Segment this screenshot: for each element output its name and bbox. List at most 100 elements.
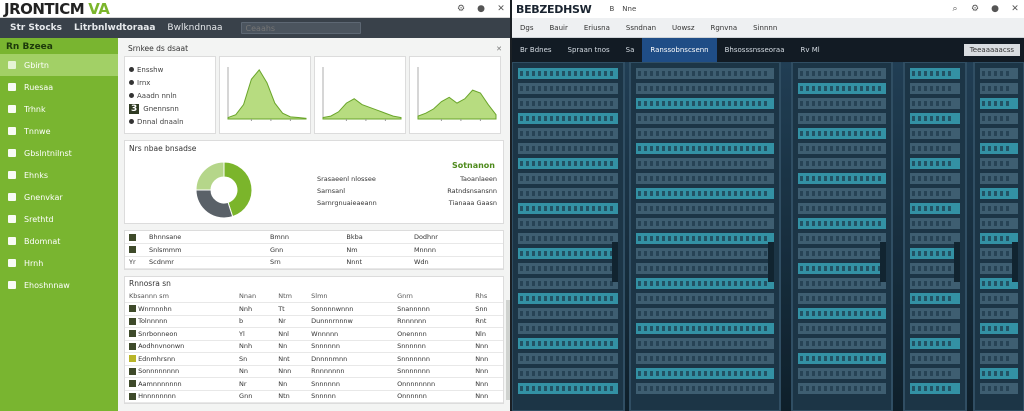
sidebar-item-6[interactable]: Gnenvkar (0, 186, 118, 208)
nav-item-4[interactable]: Bhsosssnsseoraa (717, 38, 793, 62)
legend-row: Srasaeenl nlossee Taoanlaeen (317, 175, 497, 183)
tab-5[interactable]: Rgnvna (703, 24, 746, 32)
legend-row: Sarnrgnuaieaeann Tianaaa Gaasn (317, 199, 497, 207)
close-icon[interactable]: ✕ (1010, 4, 1020, 14)
tab-1[interactable]: Bauir (541, 24, 575, 32)
sidebar-item-7[interactable]: Srethtd (0, 208, 118, 230)
sparkline-chart-2 (322, 67, 402, 121)
status-dot-icon (129, 93, 134, 98)
info-row: Ensshw (129, 63, 211, 76)
legend-header: Sotnanon (451, 161, 495, 170)
left-titlebar: JRONTICM VA ⚙ ● ✕ (0, 0, 510, 18)
sidebar-icon (8, 171, 16, 179)
table-row[interactable]: Tolnnnnn b Nr Dunnnrnnnw Rnnnnnn Rnt (125, 315, 503, 328)
status-dot-icon (129, 119, 134, 124)
sidebar-item-4[interactable]: Gbslntnilnst (0, 142, 118, 164)
row-icon (129, 330, 136, 338)
sparkline-card-3[interactable] (409, 56, 501, 134)
table-row[interactable]: Snlsmmm Gnn Nm Mnnnn (125, 243, 503, 257)
table-row[interactable]: Ednmhrsnn Sn Nnt Dnnnnmnn Snnnnnnn Nnn (125, 352, 503, 366)
sparkline-chart-3 (417, 67, 497, 121)
row-icon (129, 342, 136, 350)
nav-right-button[interactable]: Teeaaaaacss (963, 44, 1020, 56)
search-icon[interactable]: ⌕ (950, 4, 960, 14)
screen: JRONTICM VA ⚙ ● ✕ Str Stocks Litrbnlwdtor… (0, 0, 1024, 411)
sidebar-item-8[interactable]: Bdomnat (0, 230, 118, 252)
search-input[interactable] (240, 22, 361, 34)
rack-tint-overlay (512, 62, 1024, 411)
sidebar-item-0[interactable]: Gbirtn (0, 54, 118, 76)
user-icon[interactable]: ● (476, 4, 486, 14)
app-logo[interactable]: JRONTICM VA (4, 0, 110, 18)
resource-table: Rnnosra sn Kbsannn sm Nnan Ntm Slmn Gnrn… (124, 276, 504, 404)
scrollbar[interactable] (506, 300, 510, 400)
close-icon[interactable]: ✕ (496, 4, 506, 14)
summary-cards: Ensshw Irnx Aaadn nnln 3 Gnennsnn Dnnal d… (124, 56, 504, 134)
sidebar-icon (8, 215, 16, 223)
row-icon (129, 305, 136, 313)
tab-4[interactable]: Uowsz (664, 24, 702, 32)
tab-3[interactable]: Ssndnan (618, 24, 664, 32)
sidebar-icon (8, 193, 16, 201)
close-icon[interactable]: ✕ (496, 45, 504, 53)
status-dot-icon (129, 80, 134, 85)
nav-item-1[interactable]: Spraan tnos (560, 38, 618, 62)
sidebar-icon (8, 237, 16, 245)
sparkline-card-1[interactable] (219, 56, 311, 134)
tab-6[interactable]: Sinnnn (745, 24, 785, 32)
table-row[interactable]: Aodhnvnonwn Nnh Nn Snnnnnn Snnnnnn Nnn (125, 340, 503, 353)
table-title: Rnnosra sn (129, 279, 171, 288)
gear-icon[interactable]: ⚙ (456, 4, 466, 14)
sidebar-item-10[interactable]: Ehoshnnaw (0, 274, 118, 296)
title-menu-1[interactable]: Nne (622, 5, 636, 13)
menu-item-0[interactable]: Str Stocks (4, 23, 68, 33)
row-icon (129, 317, 136, 325)
left-menubar: Str Stocks Litrbnlwdtoraaa Bwlkndnnaa (0, 18, 510, 38)
sidebar-icon (8, 61, 16, 69)
distribution-panel: Nrs nbae bnsadse Sotnanon Srasaeenl nlos… (124, 140, 504, 224)
table-row[interactable]: Hnnnnnnnn Gnn Ntn Snnnnn Onnnnnn Nnn (125, 390, 503, 403)
row-icon (129, 355, 136, 363)
sidebar-item-2[interactable]: Trhnk (0, 98, 118, 120)
table-row[interactable]: Aamnnnnnnn Nr Nn Snnnnnn Onnnnnnnn Nnn (125, 377, 503, 391)
tab-0[interactable]: Dgs (512, 24, 541, 32)
server-rack-photo (512, 62, 1024, 411)
table-row[interactable]: Snrbonneon Yl Nnl Wnnnnn Onennnn Nln (125, 327, 503, 341)
nav-item-5[interactable]: Rv Ml (793, 38, 828, 62)
nav-item-2[interactable]: Sa (618, 38, 643, 62)
left-app-window: JRONTICM VA ⚙ ● ✕ Str Stocks Litrbnlwdtor… (0, 0, 510, 411)
legend-row: Sarnsanl Ratndsnsansnn (317, 187, 497, 195)
sparkline-card-2[interactable] (314, 56, 406, 134)
status-dot-icon (129, 67, 134, 72)
row-icon (129, 392, 136, 400)
nav-item-3[interactable]: Ranssobnscsenn (642, 38, 717, 62)
nav-item-0[interactable]: Br Bdnes (512, 38, 560, 62)
table-row[interactable]: Yr Scdnmr Srn Nnnt Wdn (125, 256, 503, 269)
table-row[interactable]: Wnrnnnhn Nnh Tt Sonnnnwnnn Snannnnn Snn (125, 302, 503, 316)
app-logo[interactable]: BEBZEDHSW (516, 3, 592, 16)
sidebar-item-5[interactable]: Ehnks (0, 164, 118, 186)
row-icon (129, 233, 136, 241)
tab-2[interactable]: Eriusna (576, 24, 618, 32)
legend: Srasaeenl nlossee Taoanlaeen Sarnsanl Ratn… (317, 173, 497, 209)
sparkline-chart-1 (227, 67, 307, 121)
sidebar-icon (8, 149, 16, 157)
sidebar-item-9[interactable]: Hrnh (0, 252, 118, 274)
donut-slice (195, 189, 234, 219)
right-titlebar: BEBZEDHSW B Nne ⌕ ⚙ ● ✕ (512, 0, 1024, 18)
user-icon[interactable]: ● (990, 4, 1000, 14)
menu-item-1[interactable]: Litrbnlwdtoraaa (68, 23, 161, 33)
info-row: Irnx (129, 76, 211, 89)
table-row[interactable]: Sonnnnnnnn Nn Nnn Rnnnnnnn Snnnnnnn Nnn (125, 365, 503, 378)
sidebar-icon (8, 259, 16, 267)
right-app-window: BEBZEDHSW B Nne ⌕ ⚙ ● ✕ Dgs Bauir Eriusn… (512, 0, 1024, 411)
menu-item-2[interactable]: Bwlkndnnaa (161, 23, 228, 33)
table-row[interactable]: Bhnnsane Bmnn Bkba Dodhnr (125, 231, 503, 244)
donut-chart[interactable] (189, 155, 259, 225)
info-row: Aaadn nnln (129, 89, 211, 102)
sidebar-item-3[interactable]: Tnnwe (0, 120, 118, 142)
title-menu-0[interactable]: B (609, 5, 614, 13)
gear-icon[interactable]: ⚙ (970, 4, 980, 14)
info-card: Ensshw Irnx Aaadn nnln 3 Gnennsnn Dnnal d… (124, 56, 216, 134)
sidebar-item-1[interactable]: Ruesaa (0, 76, 118, 98)
